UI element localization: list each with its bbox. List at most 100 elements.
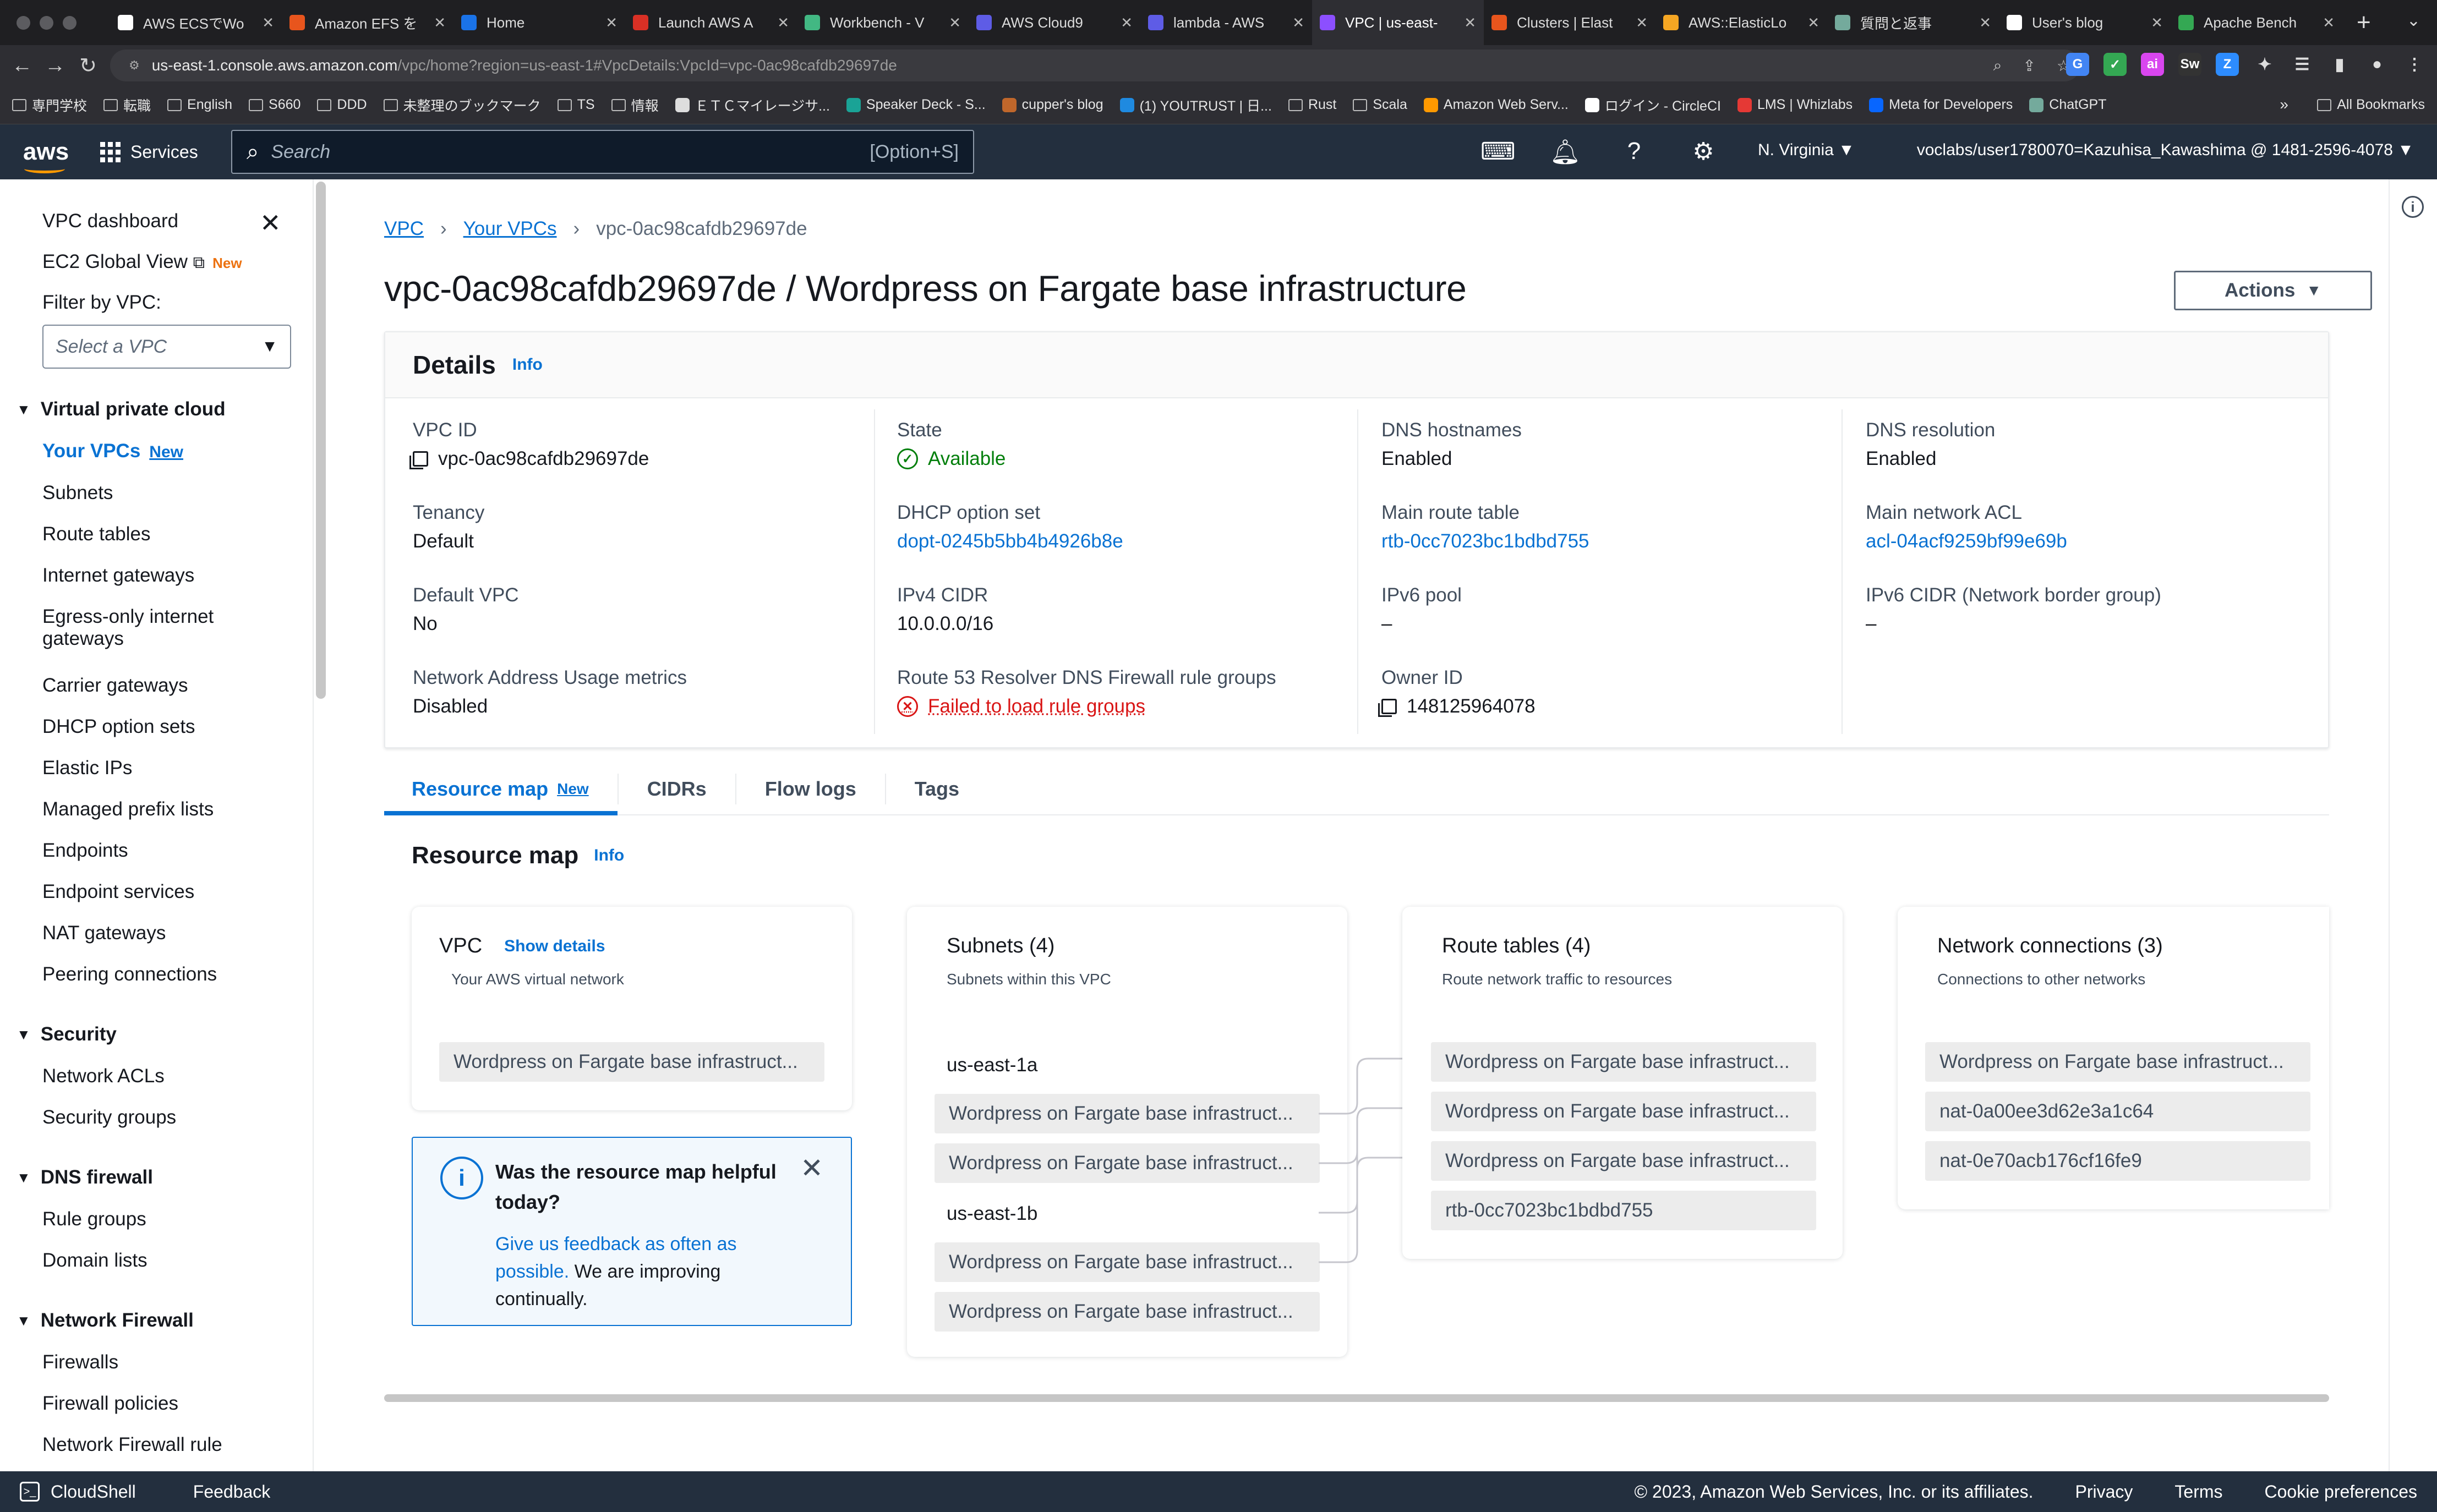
network-connection-node[interactable]: Wordpress on Fargate base infrastruct... [1925,1042,2310,1082]
browser-tab[interactable]: Launch AWS A ✕ [625,0,797,45]
privacy-link[interactable]: Privacy [2075,1482,2133,1502]
extension-icon[interactable]: Z [2216,53,2239,76]
browser-tab[interactable]: AWS ECSでWo ✕ [110,0,282,45]
services-menu-button[interactable]: Services [100,141,198,162]
feedback-button[interactable]: Feedback [193,1482,271,1502]
menu-kebab-icon[interactable]: ⋮ [2403,53,2426,76]
tab-search-icon[interactable]: ⌄ [2407,11,2420,30]
close-tab-icon[interactable]: ✕ [1464,14,1476,31]
section-security[interactable]: ▼ Security [17,1023,117,1045]
more-bookmarks-icon[interactable]: » [2280,96,2288,113]
close-tab-icon[interactable]: ✕ [1121,14,1133,31]
route-table-node[interactable]: Wordpress on Fargate base infrastruct... [1431,1042,1816,1082]
share-icon[interactable]: ⇪ [2023,57,2035,75]
sidebar-item-subnets[interactable]: Subnets [42,482,113,504]
bookmark-item[interactable]: 転職 [103,95,151,115]
vpc-node[interactable]: Wordpress on Fargate base infrastruct... [439,1042,824,1082]
browser-tab[interactable]: Workbench - V ✕ [797,0,969,45]
puzzle-icon[interactable]: ✦ [2253,53,2276,76]
browser-tab[interactable]: VPC | us-east- ✕ [1312,0,1484,45]
sidepanel-icon[interactable]: ▮ [2328,53,2351,76]
subnet-node[interactable]: Wordpress on Fargate base infrastruct... [935,1292,1320,1332]
close-tab-icon[interactable]: ✕ [2323,14,2335,31]
reload-icon[interactable]: ↻ [72,53,105,78]
bookmark-item[interactable]: DDD [317,97,367,113]
subnet-node[interactable]: Wordpress on Fargate base infrastruct... [935,1094,1320,1133]
url-field[interactable]: ⚙ us-east-1.console.aws.amazon.com/vpc/h… [110,50,2080,81]
close-tab-icon[interactable]: ✕ [434,14,446,31]
notifications-bell-icon[interactable]: 🔔︎ [1550,138,1581,166]
sidebar-item-ec2-global-view[interactable]: EC2 Global View ⧉ New [42,251,242,273]
main-route-table-link[interactable]: rtb-0cc7023bc1bdbd755 [1381,530,1855,552]
aws-logo[interactable]: aws [23,138,69,173]
sidebar-item-rule-groups[interactable]: Rule groups [42,1208,146,1230]
sidebar-item-endpoints[interactable]: Endpoints [42,840,128,862]
account-menu[interactable]: voclabs/user1780070=Kazuhisa_Kawashima @… [1917,141,2414,160]
bookmark-item[interactable]: Amazon Web Serv... [1423,97,1569,113]
sidebar-item-prefix-lists[interactable]: Managed prefix lists [42,798,214,820]
network-connection-node[interactable]: nat-0a00ee3d62e3a1c64 [1925,1092,2310,1131]
terms-link[interactable]: Terms [2174,1482,2222,1502]
close-tab-icon[interactable]: ✕ [777,14,789,31]
sidebar-item-endpoint-services[interactable]: Endpoint services [42,881,194,903]
vpc-filter-select[interactable]: Select a VPC ▼ [42,325,291,369]
sidebar-item-security-groups[interactable]: Security groups [42,1106,176,1128]
breadcrumb-vpc[interactable]: VPC [384,218,424,240]
subnet-node[interactable]: Wordpress on Fargate base infrastruct... [935,1242,1320,1282]
browser-tab[interactable]: lambda - AWS ✕ [1140,0,1312,45]
browser-tab[interactable]: User's blog ✕ [1999,0,2171,45]
section-network-firewall[interactable]: ▼ Network Firewall [17,1310,194,1332]
route-table-node[interactable]: Wordpress on Fargate base infrastruct... [1431,1092,1816,1131]
browser-tab[interactable]: Clusters | Elast ✕ [1484,0,1655,45]
r53-error-text[interactable]: Failed to load rule groups [928,695,1145,717]
tab-tags[interactable]: Tags [886,774,988,804]
tab-flow-logs[interactable]: Flow logs [736,774,886,804]
browser-tab[interactable]: AWS::ElasticLo ✕ [1655,0,1827,45]
close-icon[interactable]: ✕ [800,1152,823,1184]
browser-tab[interactable]: 質問と返事 ✕ [1827,0,1999,45]
bookmark-item[interactable]: Rust [1288,97,1336,113]
info-link[interactable]: Info [594,846,624,865]
profile-avatar[interactable]: ● [2365,53,2389,76]
actions-button[interactable]: Actions ▼ [2174,271,2372,310]
sidebar-item-nat-gateways[interactable]: NAT gateways [42,922,166,944]
bookmark-item[interactable]: 情報 [611,95,659,115]
info-circle-icon[interactable]: i [2402,196,2424,218]
route-table-node[interactable]: Wordpress on Fargate base infrastruct... [1431,1141,1816,1181]
bookmark-item[interactable]: English [167,97,232,113]
sidebar-item-peering[interactable]: Peering connections [42,963,217,985]
sidebar-item-elastic-ips[interactable]: Elastic IPs [42,757,132,779]
console-search-input[interactable]: ⌕ Search [Option+S] [231,130,974,174]
dhcp-link[interactable]: dopt-0245b5bb4b4926b8e [897,530,1370,552]
site-info-icon[interactable]: ⚙ [129,58,140,73]
bookmark-item[interactable]: ChatGPT [2029,97,2106,113]
sidebar-item-domain-lists[interactable]: Domain lists [42,1250,147,1272]
tab-resource-map[interactable]: Resource map New [384,774,619,815]
sidebar-item-internet-gateways[interactable]: Internet gateways [42,565,194,587]
forward-icon[interactable]: → [39,54,72,78]
close-tab-icon[interactable]: ✕ [949,14,961,31]
close-icon[interactable]: ✕ [260,208,281,238]
sidebar-item-carrier-gateways[interactable]: Carrier gateways [42,675,188,697]
cloudshell-button[interactable]: >_ CloudShell [20,1482,136,1502]
new-tab-icon[interactable]: + [2357,9,2371,36]
bookmark-item[interactable]: LMS | Whizlabs [1737,97,1853,113]
bookmark-item[interactable]: (1) YOUTRUST | 日... [1119,95,1272,115]
settings-gear-icon[interactable]: ⚙ [1689,138,1718,166]
sidebar-item-egress-only[interactable]: Egress-only internet gateways [42,606,214,650]
cookie-preferences-link[interactable]: Cookie preferences [2265,1482,2417,1502]
help-icon[interactable]: ? [1619,138,1649,166]
extension-icon[interactable]: G [2066,53,2089,76]
breadcrumb-your-vpcs[interactable]: Your VPCs [463,218,557,240]
extension-icon[interactable]: Sw [2178,53,2201,76]
bookmark-item[interactable]: S660 [249,97,300,113]
subnet-node[interactable]: Wordpress on Fargate base infrastruct... [935,1143,1320,1183]
cloudshell-icon[interactable]: ⌨ [1480,138,1516,166]
sidebar-scrollbar[interactable] [316,182,326,699]
zoom-icon[interactable]: ⌕ [1993,57,2002,75]
bookmark-item[interactable]: ログイン - CircleCI [1584,95,1721,115]
back-icon[interactable]: ← [6,54,39,78]
close-tab-icon[interactable]: ✕ [1979,14,1991,31]
close-tab-icon[interactable]: ✕ [1292,14,1304,31]
section-dns-firewall[interactable]: ▼ DNS firewall [17,1166,153,1188]
